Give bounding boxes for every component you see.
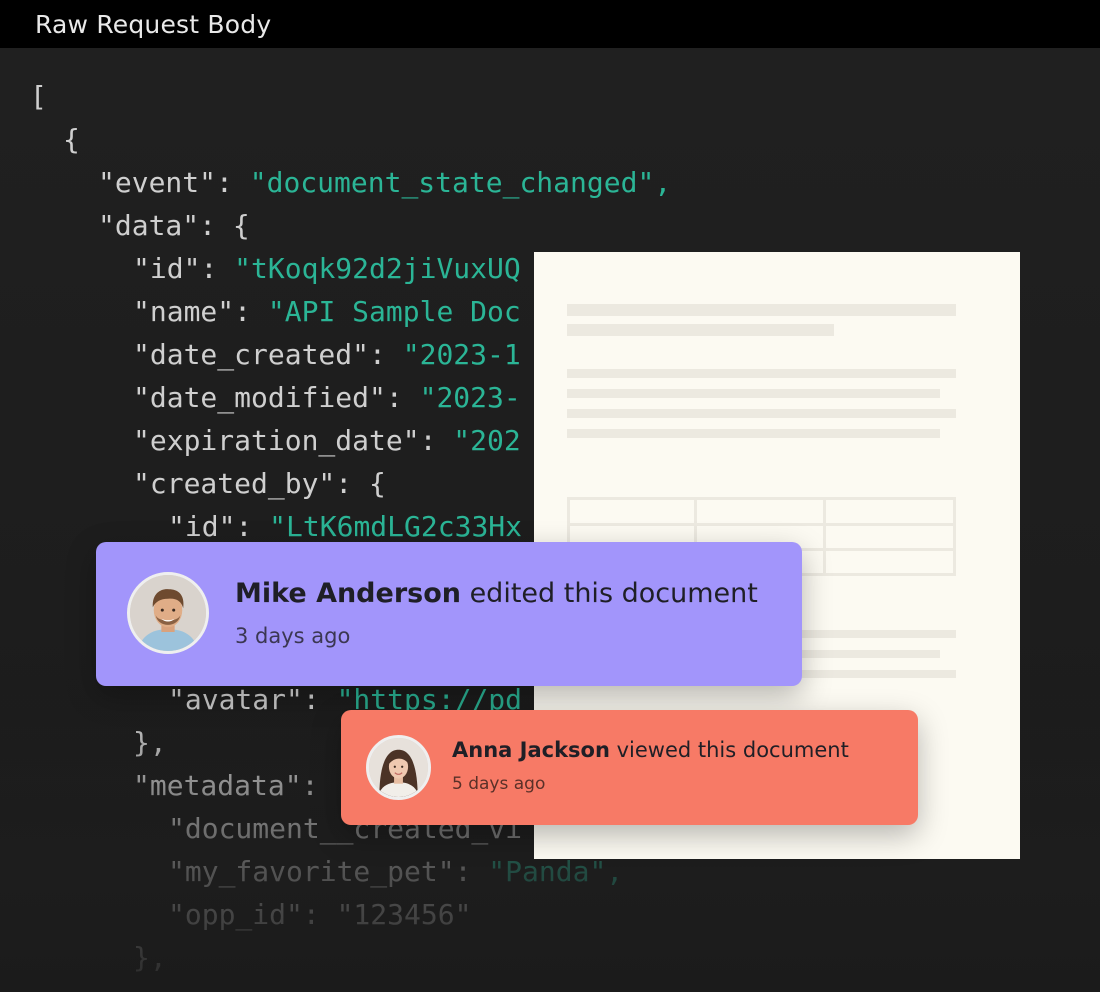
doc-table-rule xyxy=(570,523,953,526)
user-name: Anna Jackson xyxy=(452,738,610,762)
code-line: "id": "tKoqk92d2jiVuxUQ xyxy=(133,252,521,285)
notification-action: viewed this document xyxy=(609,738,849,762)
user-name: Mike Anderson xyxy=(235,578,461,609)
code-line: }, xyxy=(133,726,167,759)
window-title: Raw Request Body xyxy=(35,10,272,39)
code-line: "opp_id": "123456" xyxy=(168,898,472,931)
doc-text-line xyxy=(802,650,940,658)
code-line: "name": "API Sample Doc xyxy=(133,295,521,328)
notification-timestamp: 5 days ago xyxy=(452,774,546,794)
doc-text-line xyxy=(567,304,956,316)
woman-avatar-icon xyxy=(366,735,431,800)
doc-text-line xyxy=(802,670,956,678)
doc-text-line xyxy=(567,429,940,438)
code-line: "expiration_date": "202 xyxy=(133,424,521,457)
window-title-bar: Raw Request Body xyxy=(0,0,1100,48)
doc-text-line xyxy=(567,369,956,378)
doc-text-line xyxy=(567,389,940,398)
code-line: "created_by": { xyxy=(133,467,386,500)
code-line: "data": { xyxy=(98,209,250,242)
doc-table-rule xyxy=(823,500,826,573)
code-line: }, xyxy=(133,941,167,974)
notification-action: edited this document xyxy=(460,578,758,609)
notification-card-mike[interactable]: Mike Anderson edited this document 3 day… xyxy=(96,542,802,686)
notification-title: Mike Anderson edited this document xyxy=(235,577,758,611)
doc-text-line xyxy=(802,630,956,638)
code-line: "event": "document_state_changed", xyxy=(98,166,672,199)
code-line: "metadata": xyxy=(133,769,336,802)
doc-text-line xyxy=(567,409,956,418)
notification-title: Anna Jackson viewed this document xyxy=(452,736,849,764)
doc-text-line xyxy=(567,324,834,336)
code-line: "date_created": "2023-1 xyxy=(133,338,521,371)
code-line: "date_modified": "2023- xyxy=(133,381,521,414)
notification-timestamp: 3 days ago xyxy=(235,624,351,648)
code-line: { xyxy=(63,123,80,156)
notification-card-anna[interactable]: Anna Jackson viewed this document 5 days… xyxy=(341,710,918,825)
man-avatar-icon xyxy=(127,572,209,654)
code-line: [ xyxy=(30,80,47,113)
